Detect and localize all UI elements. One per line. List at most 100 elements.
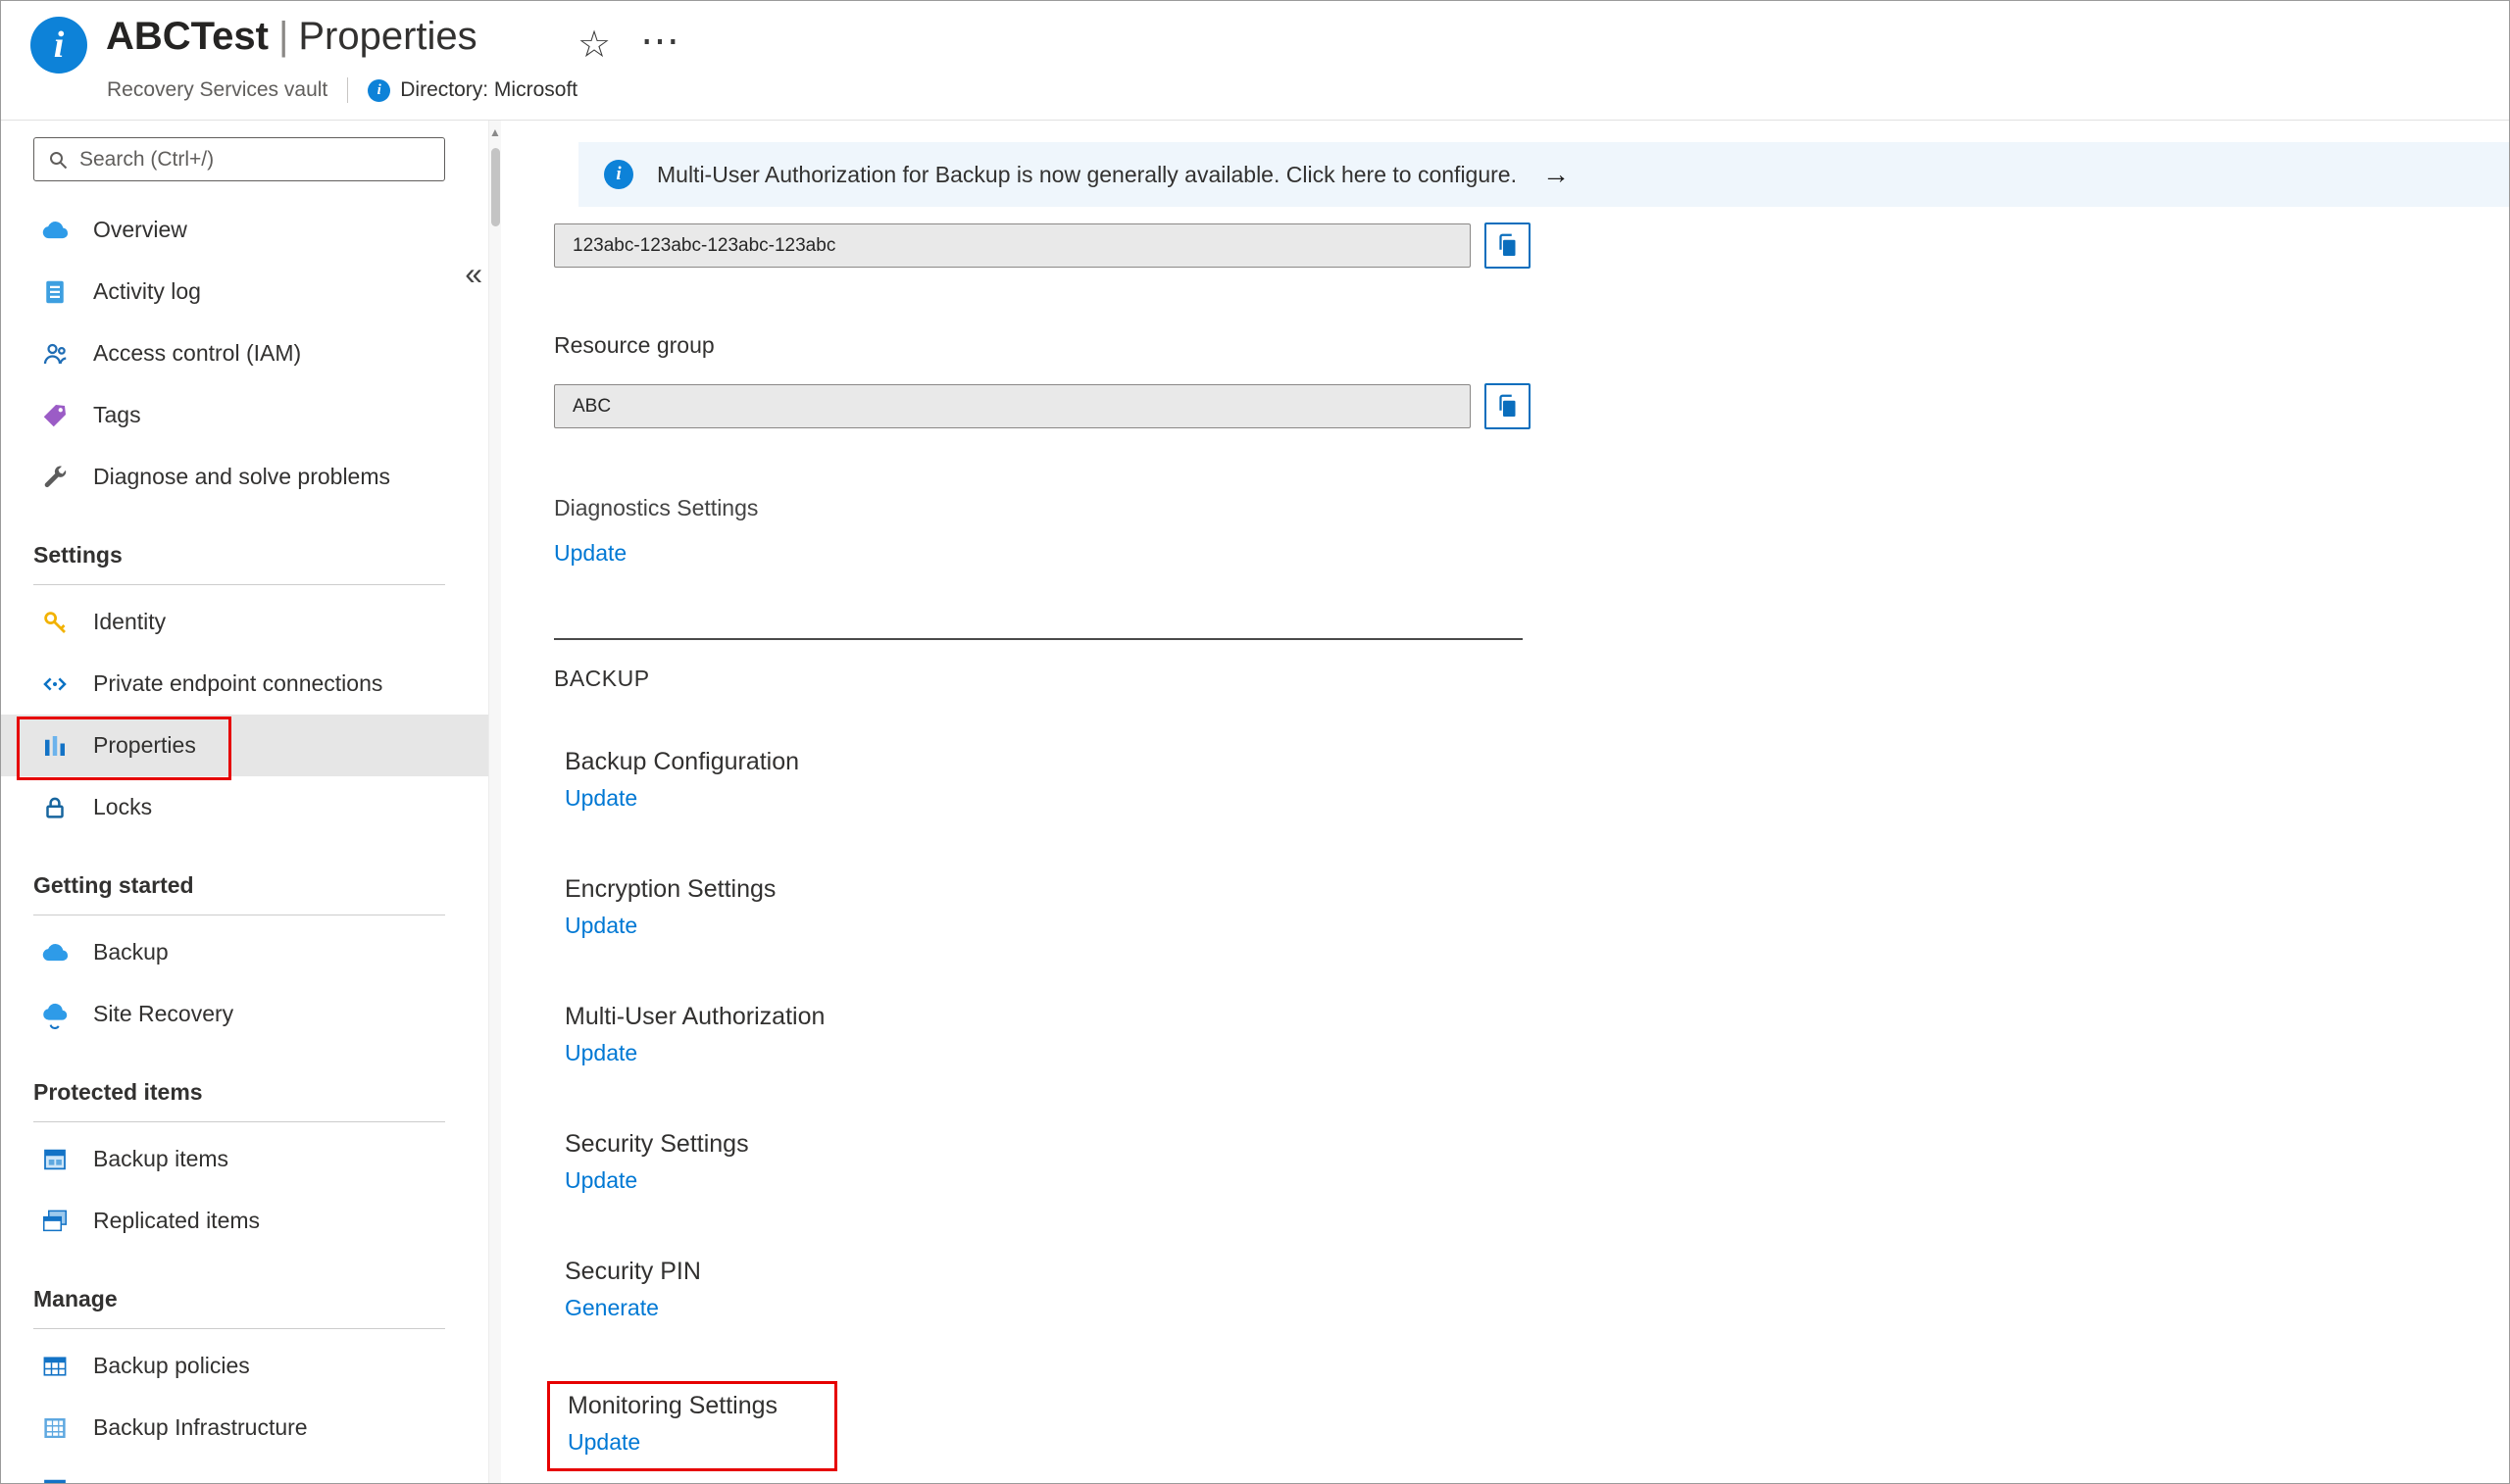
security-pin-generate-link[interactable]: Generate	[565, 1289, 659, 1326]
sidebar-item-label: Identity	[93, 609, 167, 634]
backup-configuration-update-link[interactable]: Update	[565, 779, 637, 816]
sidebar-item-label: Locks	[93, 794, 153, 819]
setting-label: Backup Configuration	[565, 748, 800, 775]
sidebar-item-locks[interactable]: Locks	[1, 776, 488, 838]
copy-button[interactable]	[1484, 383, 1531, 429]
setting-label: Security Settings	[565, 1130, 749, 1158]
scrollbar-up-arrow-icon[interactable]: ▲	[489, 121, 501, 144]
search-input[interactable]	[79, 147, 434, 172]
sidebar-item-partial[interactable]	[1, 1459, 488, 1483]
monitoring-settings-item-highlighted: Monitoring Settings Update	[547, 1381, 838, 1471]
resource-group-input[interactable]	[554, 384, 1471, 428]
sidebar-item-label: Properties	[93, 732, 196, 758]
sidebar-item-backup[interactable]: Backup	[1, 921, 488, 983]
section-divider	[554, 638, 1523, 640]
recovery-services-vault-icon: i	[30, 17, 87, 74]
diagnostics-settings-label: Diagnostics Settings	[554, 495, 759, 520]
setting-label: Encryption Settings	[565, 875, 777, 903]
page-body: « Overview Activity log Access control (…	[1, 121, 2509, 1483]
sidebar-item-tags[interactable]: Tags	[1, 384, 488, 446]
multi-user-authorization-item: Multi-User Authorization Update	[565, 999, 837, 1071]
monitoring-settings-update-link[interactable]: Update	[568, 1423, 640, 1460]
sidebar-divider	[33, 1328, 445, 1329]
sidebar-section-settings: Settings	[33, 542, 123, 568]
tags-icon	[40, 401, 70, 430]
azure-portal-page: i ABCTest | Properties ☆ ⋯ Recovery Servic…	[0, 0, 2510, 1484]
backup-policies-icon	[40, 1352, 70, 1381]
arrow-right-icon[interactable]: →	[1542, 159, 1570, 190]
sidebar-item-site-recovery[interactable]: Site Recovery	[1, 983, 488, 1045]
private-endpoint-icon	[40, 669, 70, 699]
copy-icon	[1498, 233, 1515, 256]
page-name: Properties	[298, 15, 477, 58]
banner-message: Multi-User Authorization for Backup is n…	[657, 161, 1517, 187]
sidebar-item-diagnose[interactable]: Diagnose and solve problems	[1, 446, 488, 508]
sidebar-item-label: Activity log	[93, 278, 201, 304]
vertical-scrollbar[interactable]: ▲	[488, 121, 501, 1483]
setting-label: Security PIN	[565, 1258, 701, 1285]
sidebar-search-row	[33, 137, 488, 181]
backup-cloud-icon	[40, 938, 70, 967]
sidebar-item-backup-items[interactable]: Backup items	[1, 1128, 488, 1190]
activity-log-icon	[40, 277, 70, 307]
search-box[interactable]	[33, 137, 445, 181]
setting-label: Monitoring Settings	[568, 1392, 778, 1419]
sidebar-section-getting-started: Getting started	[33, 872, 194, 898]
sidebar-item-label: Backup	[93, 939, 169, 965]
security-pin-item: Security PIN Generate	[565, 1254, 837, 1326]
identity-key-icon	[40, 608, 70, 637]
properties-icon	[40, 731, 70, 761]
search-icon	[50, 151, 68, 169]
multi-user-authorization-update-link[interactable]: Update	[565, 1034, 637, 1071]
resource-menu-sidebar: « Overview Activity log Access control (…	[1, 121, 488, 1483]
backup-items-icon	[40, 1145, 70, 1174]
resource-group-label: Resource group	[554, 332, 715, 358]
more-options-icon[interactable]: ⋯	[640, 19, 681, 64]
setting-label: Multi-User Authorization	[565, 1003, 826, 1030]
resource-type-label: Recovery Services vault	[107, 78, 328, 101]
lock-icon	[40, 793, 70, 822]
vault-id-field-row	[554, 223, 1531, 269]
copy-icon	[1498, 394, 1515, 417]
sidebar-item-label: Diagnose and solve problems	[93, 464, 391, 489]
sidebar-item-label: Access control (IAM)	[93, 340, 302, 366]
notification-banner[interactable]: i Multi-User Authorization for Backup is…	[578, 142, 2509, 207]
sidebar-item-properties[interactable]: Properties	[1, 715, 488, 780]
backup-section-header: BACKUP	[554, 666, 650, 691]
sidebar-item-label: Backup items	[93, 1146, 229, 1171]
sidebar-nav: Overview Activity log Access control (IA…	[1, 199, 488, 1483]
sidebar-item-private-endpoint-connections[interactable]: Private endpoint connections	[1, 653, 488, 715]
sidebar-divider	[33, 1121, 445, 1122]
sidebar-item-backup-policies[interactable]: Backup policies	[1, 1335, 488, 1397]
sidebar-item-identity[interactable]: Identity	[1, 591, 488, 653]
sidebar-item-overview[interactable]: Overview	[1, 199, 488, 261]
vault-id-input[interactable]	[554, 223, 1471, 268]
sidebar-divider	[33, 584, 445, 585]
sidebar-item-activity-log[interactable]: Activity log	[1, 261, 488, 322]
header-subtitle: Recovery Services vault i Directory: Mic…	[107, 77, 577, 103]
encryption-settings-update-link[interactable]: Update	[565, 907, 637, 944]
favorite-star-icon[interactable]: ☆	[577, 23, 611, 67]
backup-configuration-item: Backup Configuration Update	[565, 744, 837, 816]
access-control-icon	[40, 339, 70, 369]
page-title: ABCTest | Properties	[106, 15, 477, 59]
site-recovery-cloud-icon	[40, 1000, 70, 1029]
resource-name: ABCTest	[106, 15, 269, 58]
sidebar-item-access-control[interactable]: Access control (IAM)	[1, 322, 488, 384]
sidebar-item-backup-infrastructure[interactable]: Backup Infrastructure	[1, 1397, 488, 1459]
backup-settings-list: Backup Configuration Update Encryption S…	[547, 744, 838, 1483]
copy-button[interactable]	[1484, 223, 1531, 269]
scrollbar-thumb[interactable]	[491, 148, 500, 226]
sidebar-item-label: Backup Infrastructure	[93, 1414, 308, 1440]
security-settings-update-link[interactable]: Update	[565, 1162, 637, 1199]
subtitle-divider	[347, 77, 349, 103]
sidebar-item-label: Site Recovery	[93, 1001, 234, 1026]
partial-item-icon	[40, 1475, 70, 1483]
info-icon: i	[604, 160, 633, 189]
diagnostics-update-link[interactable]: Update	[554, 540, 627, 567]
sidebar-item-replicated-items[interactable]: Replicated items	[1, 1190, 488, 1252]
directory-info-icon: i	[368, 78, 391, 102]
overview-icon	[40, 216, 70, 245]
wrench-icon	[40, 463, 70, 492]
security-settings-item: Security Settings Update	[565, 1126, 837, 1199]
